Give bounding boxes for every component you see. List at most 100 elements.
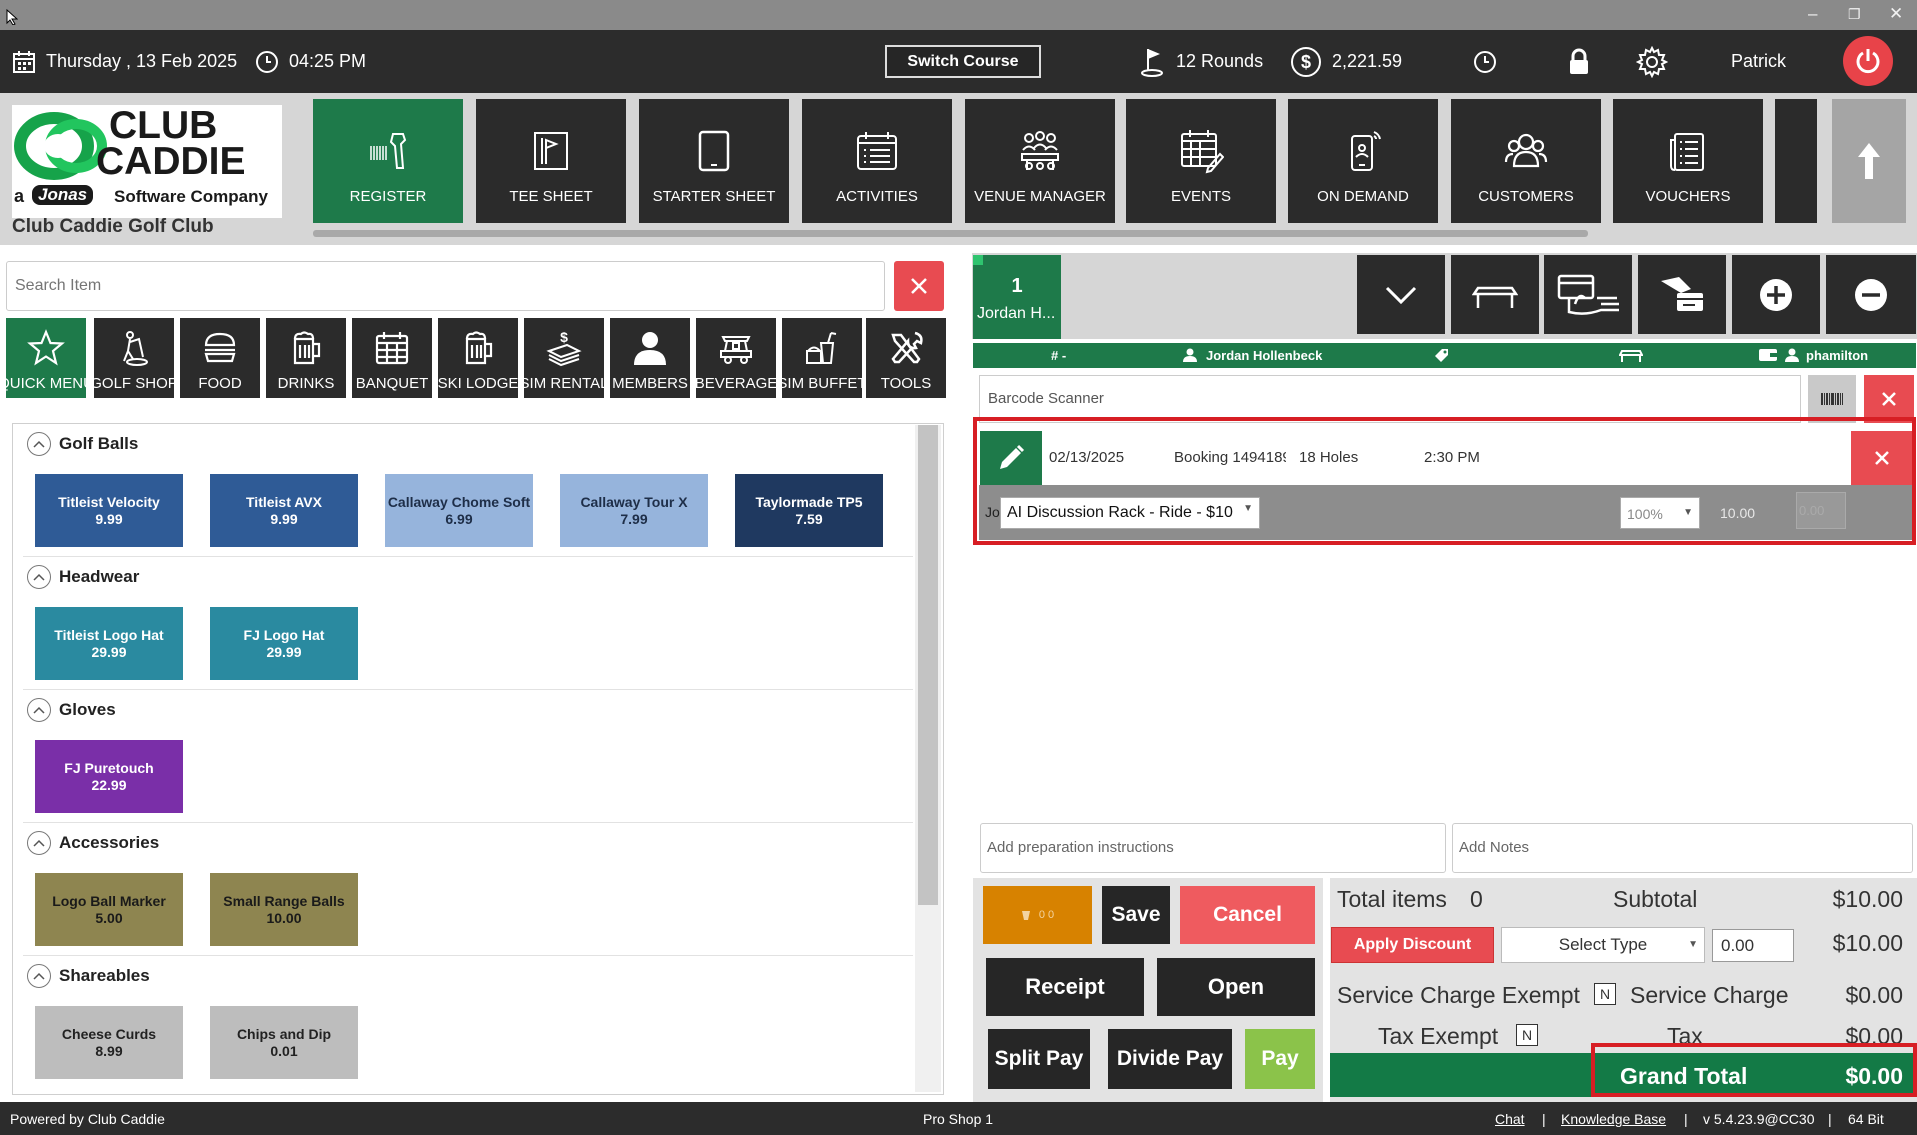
cancel-button[interactable]: Cancel xyxy=(1180,886,1315,944)
nav-customers[interactable]: CUSTOMERS xyxy=(1451,99,1601,223)
nav-venue-manager[interactable]: VENUE MANAGER xyxy=(965,99,1115,223)
group-header[interactable]: Gloves xyxy=(27,698,116,722)
power-button[interactable] xyxy=(1843,36,1893,86)
clear-search-button[interactable] xyxy=(894,261,944,311)
group-header[interactable]: Headwear xyxy=(27,565,139,589)
product-button[interactable]: Callaway Tour X 7.99 xyxy=(560,474,708,547)
category-sim-buffet[interactable]: SIM BUFFET xyxy=(782,318,862,398)
product-button[interactable]: Small Range Balls 10.00 xyxy=(210,873,358,946)
nav-activities[interactable]: ACTIVITIES xyxy=(802,99,952,223)
receipt-button[interactable]: Receipt xyxy=(986,958,1144,1016)
venue-icon xyxy=(1021,131,1059,170)
product-button[interactable]: Taylormade TP5 7.59 xyxy=(735,474,883,547)
lock-button[interactable] xyxy=(1567,30,1591,93)
product-button[interactable]: Cheese Curds 8.99 xyxy=(35,1006,183,1079)
nav-register[interactable]: REGISTER xyxy=(313,99,463,223)
product-button[interactable]: Titleist Logo Hat 29.99 xyxy=(35,607,183,680)
category-sim-rental[interactable]: $ SIM RENTAL xyxy=(524,318,604,398)
service-charge-exempt-toggle[interactable]: N xyxy=(1594,983,1616,1005)
clear-barcode-button[interactable] xyxy=(1864,375,1914,423)
category-food[interactable]: FOOD xyxy=(180,318,260,398)
table-button[interactable] xyxy=(1451,255,1539,334)
product-scrollbar-thumb[interactable] xyxy=(918,425,938,905)
nav-tee-sheet[interactable]: TEE SHEET xyxy=(476,99,626,223)
user-name[interactable]: Patrick xyxy=(1731,30,1786,93)
category-label: BANQUET xyxy=(355,375,429,392)
switch-course-button[interactable]: Switch Course xyxy=(885,45,1041,78)
category-label: BEVERAGE xyxy=(696,375,776,392)
category-tools[interactable]: TOOLS xyxy=(866,318,946,398)
balance-display[interactable]: $ 2,221.59 xyxy=(1290,30,1402,93)
category-quick-menu[interactable]: QUICK MENU xyxy=(6,318,86,398)
settings-button[interactable] xyxy=(1636,30,1668,93)
chevron-up-icon[interactable] xyxy=(27,565,51,589)
group-shareables: Shareables Cheese Curds 8.99 Chips and Di… xyxy=(13,956,913,1089)
product-price: 9.99 xyxy=(95,510,123,527)
divide-pay-button[interactable]: Divide Pay xyxy=(1108,1029,1232,1089)
apply-discount-button[interactable]: Apply Discount xyxy=(1331,927,1494,963)
money-icon: $ xyxy=(546,329,582,367)
open-button[interactable]: Open xyxy=(1157,958,1315,1016)
chevron-up-icon[interactable] xyxy=(27,432,51,456)
chat-link[interactable]: Chat xyxy=(1495,1111,1525,1127)
drink-icon xyxy=(1021,911,1030,920)
knowledge-base-link[interactable]: Knowledge Base xyxy=(1561,1111,1666,1127)
group-header[interactable]: Golf Balls xyxy=(27,432,138,456)
save-button[interactable]: Save xyxy=(1102,886,1170,944)
chevron-up-icon[interactable] xyxy=(27,831,51,855)
card-swipe-button[interactable] xyxy=(1544,255,1632,334)
category-banquet[interactable]: BANQUET xyxy=(352,318,432,398)
add-button[interactable] xyxy=(1732,255,1820,334)
tax-exempt-toggle[interactable]: N xyxy=(1516,1024,1538,1046)
discount-value-input[interactable]: 0.00 xyxy=(1712,929,1794,962)
barcode-button[interactable] xyxy=(1808,375,1856,423)
guest-counter-button[interactable]: 0 0 xyxy=(983,886,1092,944)
search-item-input[interactable] xyxy=(6,261,885,311)
nav-events[interactable]: EVENTS xyxy=(1126,99,1276,223)
category-beverage[interactable]: BEVERAGE xyxy=(696,318,776,398)
clock-icon xyxy=(256,50,278,73)
product-button[interactable]: Titleist AVX 9.99 xyxy=(210,474,358,547)
nav-scrollbar[interactable] xyxy=(313,230,1588,237)
category-ski-lodge[interactable]: SKI LODGE xyxy=(438,318,518,398)
nav-vouchers[interactable]: VOUCHERS xyxy=(1613,99,1763,223)
product-button[interactable]: Chips and Dip 0.01 xyxy=(210,1006,358,1079)
minimize-icon[interactable]: – xyxy=(1808,4,1817,24)
chevron-up-icon[interactable] xyxy=(27,964,51,988)
nav-starter-sheet[interactable]: STARTER SHEET xyxy=(639,99,789,223)
pay-button[interactable]: Pay xyxy=(1245,1029,1315,1089)
category-members[interactable]: MEMBERS xyxy=(610,318,690,398)
add-notes-input[interactable]: Add Notes xyxy=(1452,823,1913,873)
preparation-instructions-input[interactable]: Add preparation instructions xyxy=(980,823,1446,873)
restore-icon[interactable]: ❐ xyxy=(1848,6,1861,23)
category-golf-shop[interactable]: GOLF SHOP xyxy=(94,318,174,398)
discount-type-select[interactable]: Select Type ▼ xyxy=(1501,927,1705,963)
total-items-label: Total items xyxy=(1337,886,1447,912)
category-drinks[interactable]: DRINKS xyxy=(266,318,346,398)
status-bar: Powered by Club Caddie Pro Shop 1 Chat |… xyxy=(0,1102,1917,1135)
order-tab[interactable]: 1 Jordan H... xyxy=(973,255,1061,339)
nav-on-demand[interactable]: ON DEMAND xyxy=(1288,99,1438,223)
history-button[interactable] xyxy=(1473,30,1497,93)
product-button[interactable]: Titleist Velocity 9.99 xyxy=(35,474,183,547)
product-button[interactable]: Logo Ball Marker 5.00 xyxy=(35,873,183,946)
nav-label: VOUCHERS xyxy=(1645,188,1731,205)
product-button[interactable]: Callaway Chome Soft 6.99 xyxy=(385,474,533,547)
card-payment-button[interactable] xyxy=(1638,255,1726,334)
power-icon xyxy=(1856,49,1880,74)
nav-more-button[interactable] xyxy=(1775,99,1817,223)
group-header[interactable]: Shareables xyxy=(27,964,150,988)
staff-icon xyxy=(1785,348,1799,362)
chevron-up-icon[interactable] xyxy=(27,698,51,722)
barcode-scanner-input[interactable]: Barcode Scanner xyxy=(979,375,1801,423)
dropdown-arrow-icon: ▼ xyxy=(1688,939,1698,950)
close-window-icon[interactable]: ✕ xyxy=(1889,4,1903,24)
remove-button[interactable] xyxy=(1826,255,1916,334)
scroll-up-button[interactable] xyxy=(1832,99,1906,223)
product-button[interactable]: FJ Puretouch 22.99 xyxy=(35,740,183,813)
group-header[interactable]: Accessories xyxy=(27,831,159,855)
collapse-button[interactable] xyxy=(1357,255,1445,334)
product-button[interactable]: FJ Logo Hat 29.99 xyxy=(210,607,358,680)
split-pay-button[interactable]: Split Pay xyxy=(988,1029,1090,1089)
rounds-display[interactable]: 12 Rounds xyxy=(1140,30,1263,93)
